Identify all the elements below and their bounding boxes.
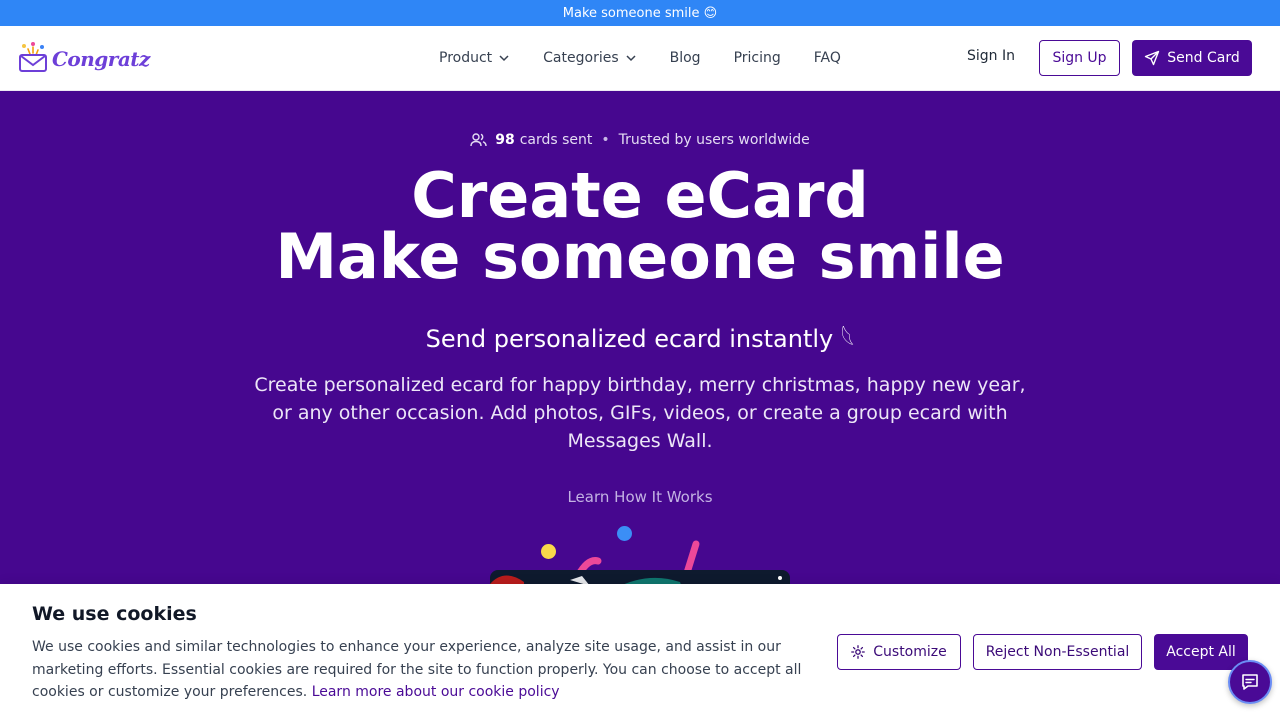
envelope-confetti-icon xyxy=(18,41,48,77)
paper-plane-icon xyxy=(1145,50,1160,66)
hero-description: Create personalized ecard for happy birt… xyxy=(254,374,1026,452)
send-card-button[interactable]: Send Card xyxy=(1132,40,1252,76)
send-card-label: Send Card xyxy=(1167,50,1240,66)
gear-icon xyxy=(851,645,866,659)
accept-all-button[interactable]: Accept All xyxy=(1154,634,1248,670)
separator-dot: • xyxy=(601,132,610,148)
top-navigation: Congratz Product Categories Blog Pricing… xyxy=(0,26,1280,91)
nav-product-label: Product xyxy=(439,50,493,66)
customize-cookies-button[interactable]: Customize xyxy=(837,634,961,670)
cookie-description: We use cookies and similar technologies … xyxy=(32,636,812,704)
reject-non-essential-button[interactable]: Reject Non-Essential xyxy=(973,634,1142,670)
cards-sent-count: 98 xyxy=(495,132,515,148)
brand-logo[interactable]: Congratz xyxy=(18,42,150,76)
cards-sent-label: cards sent xyxy=(519,132,593,148)
customize-label: Customize xyxy=(873,644,947,660)
users-icon xyxy=(470,133,487,147)
chat-bubble-icon xyxy=(1242,674,1258,690)
sign-in-link[interactable]: Sign In xyxy=(967,48,1015,64)
chat-widget-button[interactable] xyxy=(1228,660,1272,704)
confetti-yellow xyxy=(541,544,556,559)
nav-categories[interactable]: Categories xyxy=(543,50,636,66)
announcement-bar: Make someone smile 😊 xyxy=(0,0,1280,26)
nav-faq[interactable]: FAQ xyxy=(814,50,841,66)
cookie-policy-link[interactable]: Learn more about our cookie policy xyxy=(312,684,560,700)
main-menu: Product Categories Blog Pricing FAQ xyxy=(439,26,841,90)
chevron-down-icon xyxy=(626,55,636,62)
nav-pricing[interactable]: Pricing xyxy=(734,50,781,66)
hero-stats: 98 cards sent • Trusted by users worldwi… xyxy=(0,132,1280,148)
nav-product[interactable]: Product xyxy=(439,50,510,66)
nav-categories-label: Categories xyxy=(543,50,619,66)
announcement-text: Make someone smile 😊 xyxy=(562,5,718,21)
hero-title-line-2: Make someone smile xyxy=(275,220,1005,293)
hero-section: 98 cards sent • Trusted by users worldwi… xyxy=(0,91,1280,584)
chevron-down-icon xyxy=(499,55,509,62)
sign-up-button[interactable]: Sign Up xyxy=(1039,40,1120,76)
hero-title: Create eCard Make someone smile xyxy=(0,165,1280,288)
hero-subtitle: Send personalized ecard instantly 𓆩 xyxy=(425,325,855,353)
cookie-banner: We use cookies We use cookies and simila… xyxy=(0,584,1280,720)
brand-name: Congratz xyxy=(52,47,150,71)
trusted-text: Trusted by users worldwide xyxy=(618,132,810,148)
nav-blog[interactable]: Blog xyxy=(670,50,701,66)
learn-how-it-works-link[interactable]: Learn How It Works xyxy=(0,488,1280,506)
card-preview-image xyxy=(490,570,790,584)
cookie-title: We use cookies xyxy=(32,603,197,625)
